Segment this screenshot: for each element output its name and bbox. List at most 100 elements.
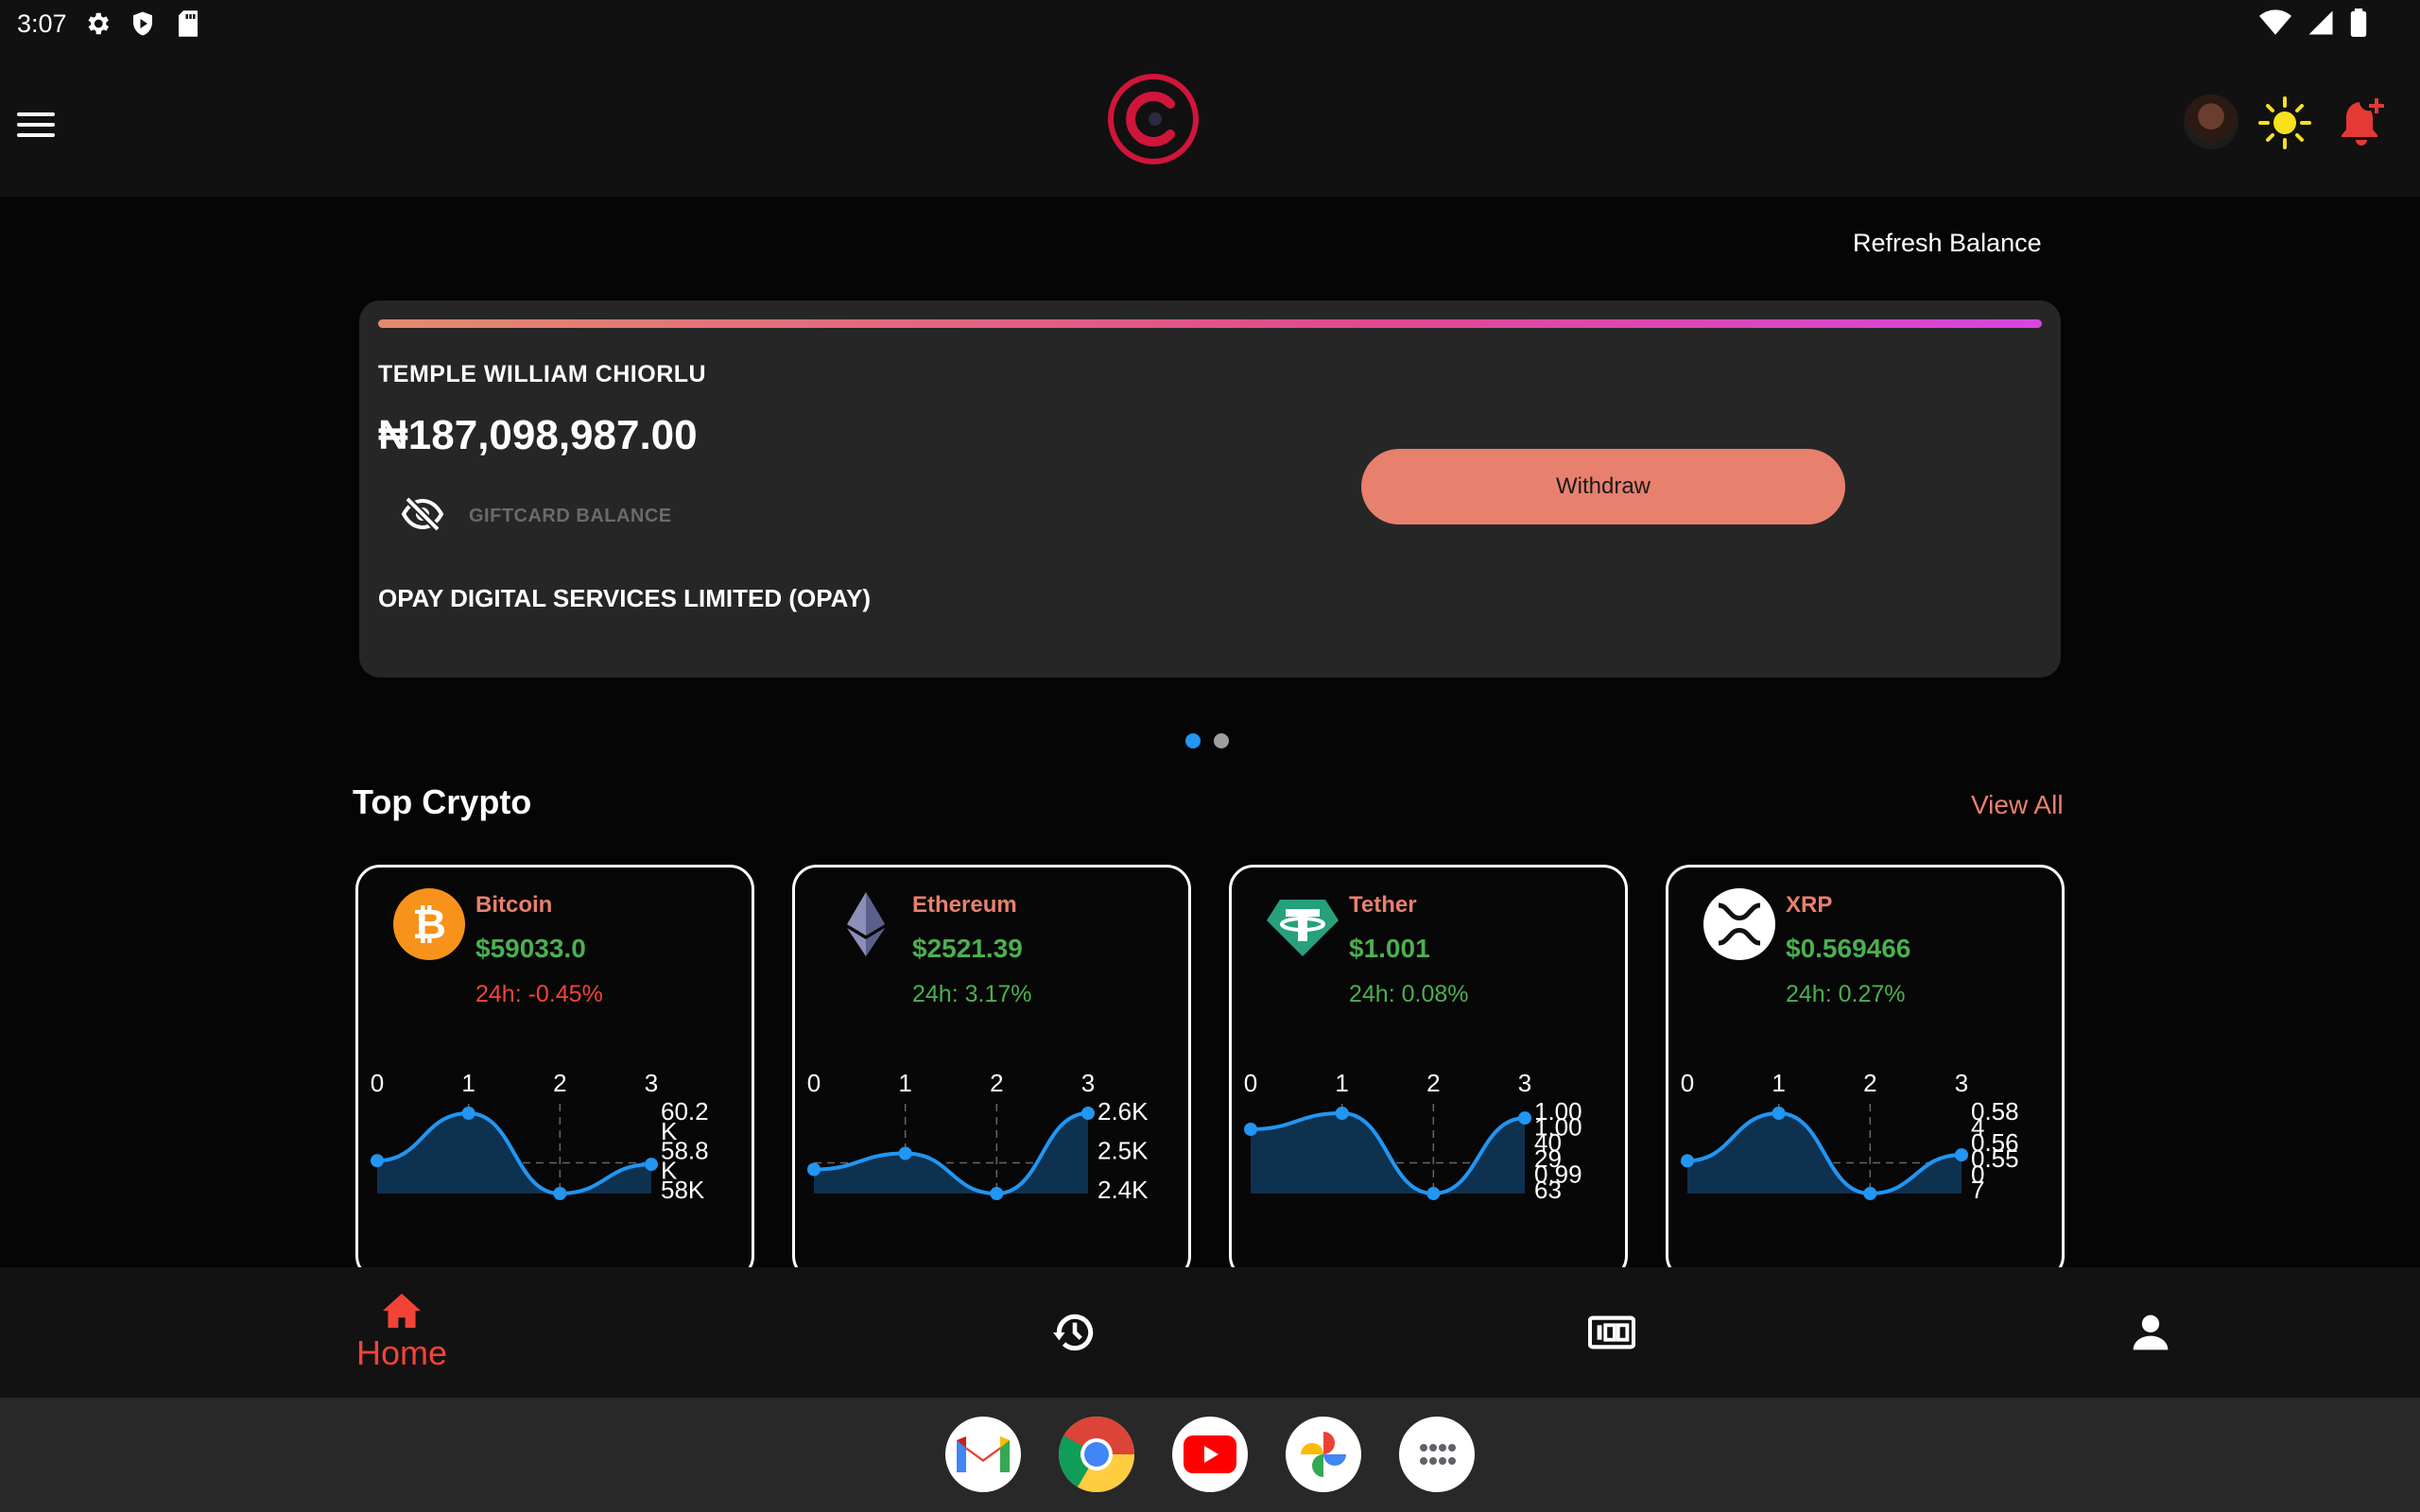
crypto-card-ethereum[interactable]: Ethereum $2521.39 24h: 3.17% 0 1 2 3 2.6K 2.5…: [792, 865, 1191, 1280]
status-time: 3:07: [17, 9, 67, 38]
bell-plus-icon[interactable]: [2333, 94, 2390, 151]
x-tick-label: 0: [1681, 1069, 1694, 1097]
refresh-balance-button[interactable]: Refresh Balance: [1853, 229, 2042, 258]
x-tick-label: 3: [1955, 1069, 1968, 1097]
data-point: [990, 1187, 1004, 1200]
profile-icon: [2133, 1314, 2169, 1350]
signal-icon: [2307, 9, 2335, 42]
crypto-card-xrp[interactable]: XRP $0.569466 24h: 0.27% 0 1 2 3 0.58 4 0.56 0.…: [1666, 865, 2065, 1280]
youtube-icon[interactable]: [1172, 1417, 1248, 1492]
view-all-link[interactable]: View All: [1971, 790, 2064, 820]
coin-name: Bitcoin: [475, 892, 553, 918]
chrome-icon[interactable]: [1059, 1417, 1134, 1492]
svg-text:₿: ₿: [412, 901, 446, 949]
nav-history[interactable]: [1045, 1267, 1105, 1398]
carousel-dot-1[interactable]: [1185, 733, 1201, 748]
x-tick-label: 3: [645, 1069, 658, 1097]
carousel-dot-2[interactable]: [1214, 733, 1229, 748]
eye-off-icon[interactable]: [400, 491, 445, 537]
data-point: [1518, 1111, 1531, 1125]
data-point: [1863, 1187, 1877, 1200]
data-point: [371, 1154, 384, 1168]
withdraw-button[interactable]: Withdraw: [1361, 449, 1845, 524]
account-holder-name: TEMPLE WILLIAM CHIORLU: [378, 361, 707, 387]
data-point: [645, 1158, 658, 1172]
crypto-card-bitcoin[interactable]: ₿ Bitcoin $59033.0 24h: -0.45% 0 1 2 3 60.2 K…: [355, 865, 754, 1280]
top-crypto-title: Top Crypto: [353, 782, 532, 821]
coin-price: $0.569466: [1786, 934, 1911, 963]
avatar[interactable]: [2184, 94, 2238, 149]
area-fill: [814, 1113, 1088, 1194]
tether-icon: [1265, 886, 1340, 962]
data-point: [898, 1146, 912, 1160]
sd-card-icon: [173, 9, 203, 39]
gmail-icon[interactable]: [945, 1417, 1021, 1492]
xrp-icon: [1702, 886, 1777, 962]
x-tick-label: 2: [1426, 1069, 1440, 1097]
crypto-card-tether[interactable]: Tether $1.001 24h: 0.08% 0 1 2 3 1.00 1.00 40 2…: [1229, 865, 1628, 1280]
battery-icon: [2350, 9, 2367, 42]
price-chart: 0 1 2 32.6K 2.5K 2.4K: [807, 1069, 1149, 1204]
price-chart: 0 1 2 30.5840.560.5507: [1681, 1069, 2019, 1204]
data-point: [1955, 1148, 1968, 1162]
shield-play-icon: [128, 9, 158, 39]
data-point: [1081, 1107, 1095, 1120]
coin-change: 24h: 0.08%: [1349, 981, 1469, 1007]
data-point: [807, 1162, 821, 1177]
price-chart: 0 1 2 31.001.0040290.9963: [1244, 1069, 1582, 1204]
x-tick-label: 0: [371, 1069, 384, 1097]
system-dock: [0, 1398, 2420, 1512]
x-tick-label: 2: [553, 1069, 566, 1097]
x-tick-label: 2: [990, 1069, 1003, 1097]
nav-home-label: Home: [355, 1333, 448, 1372]
data-point: [553, 1187, 567, 1200]
x-tick-label: 3: [1081, 1069, 1095, 1097]
coin-name: XRP: [1786, 892, 1833, 918]
data-point: [1772, 1107, 1786, 1120]
x-tick-label: 1: [1335, 1069, 1348, 1097]
sun-icon[interactable]: [2256, 94, 2313, 151]
coin-name: Ethereum: [912, 892, 1017, 918]
gear-icon: [82, 9, 112, 39]
y-axis-label: 7: [1971, 1176, 1984, 1204]
x-tick-label: 3: [1518, 1069, 1531, 1097]
card-accent-bar: [378, 319, 2042, 328]
carousel-indicator: [1185, 733, 1229, 748]
nav-giftcards[interactable]: [1588, 1267, 1635, 1398]
balance-amount: ₦187,098,987.00: [378, 412, 698, 458]
price-chart: 0 1 2 360.2K58.8K58K: [371, 1069, 709, 1204]
coin-change: 24h: 0.27%: [1786, 981, 1906, 1007]
balance-card: TEMPLE WILLIAM CHIORLU ₦187,098,987.00 G…: [359, 301, 2061, 678]
history-icon: [1053, 1314, 1094, 1351]
x-tick-label: 1: [461, 1069, 475, 1097]
photos-icon[interactable]: [1286, 1417, 1361, 1492]
status-bar: 3:07: [0, 0, 2420, 47]
brand-logo: [1106, 72, 1201, 166]
coin-name: Tether: [1349, 892, 1417, 918]
hamburger-menu-icon[interactable]: [17, 104, 59, 146]
app-bar: [0, 47, 2420, 197]
y-axis-label: 58K: [661, 1176, 705, 1204]
app-drawer-icon[interactable]: [1399, 1417, 1475, 1492]
wifi-icon: [2259, 9, 2291, 42]
y-axis-label: 2.5K: [1098, 1137, 1149, 1165]
nav-home[interactable]: Home: [340, 1267, 463, 1398]
data-point: [1244, 1123, 1257, 1136]
bitcoin-icon: ₿: [391, 886, 467, 962]
data-point: [1426, 1187, 1441, 1200]
x-tick-label: 2: [1863, 1069, 1876, 1097]
y-axis-label: 2.6K: [1098, 1097, 1149, 1125]
coin-price: $2521.39: [912, 934, 1023, 963]
coin-change: 24h: -0.45%: [475, 981, 603, 1007]
bank-name: OPAY DIGITAL SERVICES LIMITED (OPAY): [378, 584, 872, 612]
x-tick-label: 0: [807, 1069, 821, 1097]
giftcard-balance-label: GIFTCARD BALANCE: [469, 506, 672, 526]
giftcard-icon: [1588, 1315, 1635, 1349]
x-tick-label: 0: [1244, 1069, 1257, 1097]
home-icon: [383, 1293, 421, 1329]
nav-profile[interactable]: [2127, 1267, 2174, 1398]
coin-change: 24h: 3.17%: [912, 981, 1032, 1007]
y-axis-label: 2.4K: [1098, 1176, 1149, 1204]
bottom-navigation: Home: [0, 1267, 2420, 1398]
data-point: [1681, 1154, 1694, 1168]
